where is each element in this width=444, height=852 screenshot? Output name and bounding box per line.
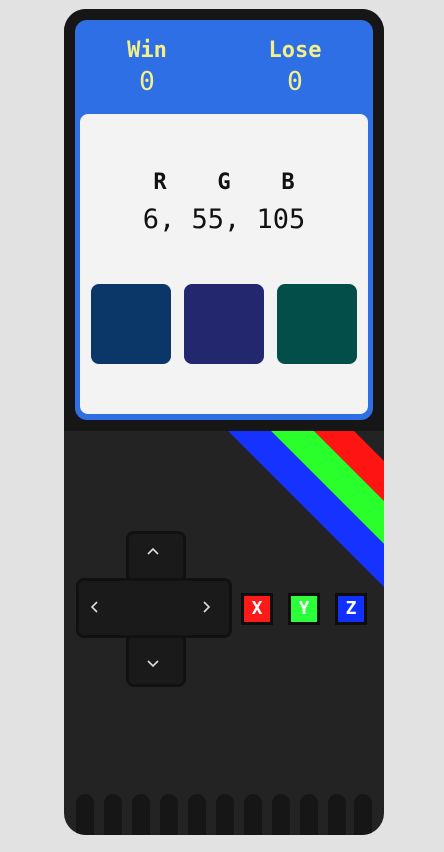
speaker-slot [300,794,318,835]
dpad-down-button[interactable] [141,651,165,675]
chevron-down-icon [147,660,159,668]
dpad-up-button[interactable] [141,539,165,563]
chevron-right-icon [203,601,211,613]
rainbow-stripes [228,431,384,587]
y-button[interactable]: Y [288,593,320,625]
speaker-slot [188,794,206,835]
speaker-slot [216,794,234,835]
dpad-center [129,581,183,635]
speaker-slot [354,794,372,835]
chevron-left-icon [90,601,98,613]
speaker-slot [76,794,94,835]
speaker-slot [160,794,178,835]
chevron-up-icon [147,547,159,555]
x-button[interactable]: X [241,593,273,625]
speaker-slot [272,794,290,835]
z-button[interactable]: Z [335,593,367,625]
speaker-slot [132,794,150,835]
game-console: Win 0 Lose 0 RGB 6, 55, 105 X Y Z [64,9,384,835]
speaker-slot [328,794,346,835]
dpad-left-button[interactable] [83,595,107,619]
speaker-slot [104,794,122,835]
dpad-right-button[interactable] [194,595,218,619]
speaker-slot [244,794,262,835]
